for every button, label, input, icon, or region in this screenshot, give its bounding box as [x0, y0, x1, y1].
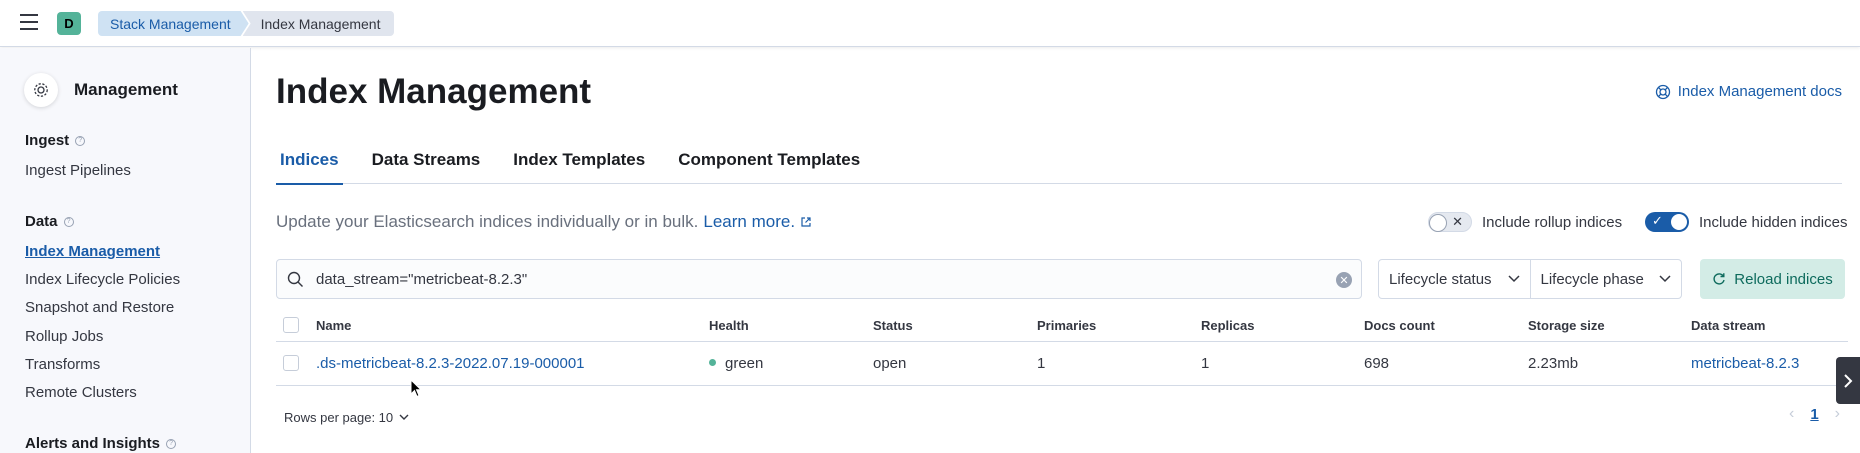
primaries-cell: 1 — [1037, 355, 1046, 372]
rows-per-page-label: Rows per page: 10 — [284, 410, 394, 425]
top-header: D Stack Management Index Management — [0, 0, 1860, 47]
sidebar-group-label: Ingest — [25, 132, 70, 149]
breadcrumb-stack-management[interactable]: Stack Management — [98, 11, 249, 36]
sidebar-item-index-management[interactable]: Index Management — [25, 243, 160, 260]
breadcrumb-index-management: Index Management — [242, 11, 395, 36]
lifecycle-phase-filter[interactable]: Lifecycle phase — [1529, 260, 1682, 298]
table-header: Name Health Status Primaries Replicas Do… — [276, 309, 1848, 342]
learn-more-link[interactable]: Learn more. — [703, 212, 795, 232]
help-icon: ? — [75, 135, 86, 146]
rollup-indices-toggle[interactable]: ✕ — [1428, 212, 1472, 232]
description-text: Update your Elasticsearch indices indivi… — [276, 212, 699, 231]
mouse-cursor-icon — [410, 379, 422, 398]
search-field[interactable]: ✕ — [276, 259, 1362, 299]
page-number[interactable]: 1 — [1802, 406, 1826, 423]
sidebar-item-ingest-pipelines[interactable]: Ingest Pipelines — [25, 162, 131, 179]
status-cell: open — [873, 355, 907, 372]
rollup-toggle-group: ✕ Include rollup indices — [1428, 212, 1622, 232]
health-cell: green — [709, 355, 763, 372]
storage-size-cell: 2.23mb — [1528, 355, 1579, 372]
sidebar-title: Management — [74, 80, 178, 99]
column-header-status[interactable]: Status — [873, 318, 913, 333]
replicas-cell: 1 — [1201, 355, 1210, 372]
page-title: Index Management — [276, 72, 592, 111]
column-header-health[interactable]: Health — [709, 318, 749, 333]
tab-index-templates[interactable]: Index Templates — [509, 143, 649, 184]
pagination: ‹ 1 › — [1781, 405, 1848, 423]
docs-link[interactable]: Index Management docs — [1655, 83, 1842, 100]
reload-indices-button[interactable]: Reload indices — [1700, 259, 1845, 299]
sidebar-item-rollup-jobs[interactable]: Rollup Jobs — [25, 328, 103, 345]
lifecycle-status-filter[interactable]: Lifecycle status — [1379, 260, 1530, 298]
space-avatar[interactable]: D — [57, 12, 81, 35]
clear-search-icon[interactable]: ✕ — [1336, 272, 1352, 288]
select-all-checkbox[interactable] — [283, 317, 299, 333]
column-header-storage-size[interactable]: Storage size — [1528, 318, 1605, 333]
menu-icon[interactable] — [20, 14, 38, 30]
row-checkbox[interactable] — [283, 355, 299, 371]
sidebar-item-snapshot-and-restore[interactable]: Snapshot and Restore — [25, 299, 174, 316]
health-text: green — [725, 355, 764, 372]
description: Update your Elasticsearch indices indivi… — [276, 212, 812, 232]
docs-link-label: Index Management docs — [1677, 83, 1842, 100]
sidebar-header: Management — [24, 73, 178, 107]
tab-bar: Indices Data Streams Index Templates Com… — [276, 143, 1842, 185]
health-status-dot — [709, 359, 716, 366]
filter-label: Lifecycle phase — [1540, 270, 1644, 288]
help-icon: ? — [63, 216, 74, 227]
prev-page-icon[interactable]: ‹ — [1781, 405, 1802, 423]
refresh-icon — [1713, 273, 1725, 285]
column-header-docs-count[interactable]: Docs count — [1364, 318, 1435, 333]
sidebar-group-label: Data — [25, 213, 58, 230]
gear-icon — [24, 73, 58, 107]
chevron-down-icon — [1659, 275, 1671, 283]
chevron-right-icon[interactable] — [1836, 357, 1860, 404]
hidden-toggle-group: ✓ Include hidden indices — [1645, 212, 1847, 232]
index-name-link[interactable]: .ds-metricbeat-8.2.3-2022.07.19-000001 — [316, 355, 585, 372]
breadcrumb: Stack Management Index Management — [98, 11, 395, 36]
data-stream-link[interactable]: metricbeat-8.2.3 — [1691, 355, 1799, 372]
sidebar: Management Ingest ? Ingest Pipelines Dat… — [0, 48, 251, 453]
sidebar-group-ingest: Ingest ? — [25, 132, 86, 149]
search-input[interactable] — [316, 270, 1316, 288]
tab-indices[interactable]: Indices — [276, 143, 343, 185]
next-page-icon[interactable]: › — [1827, 405, 1848, 423]
sidebar-group-alerts-and-insights: Alerts and Insights ? — [25, 435, 177, 452]
sidebar-group-label: Alerts and Insights — [25, 435, 161, 452]
filter-group: Lifecycle status Lifecycle phase — [1378, 259, 1682, 299]
sidebar-group-data: Data ? — [25, 213, 74, 230]
tab-component-templates[interactable]: Component Templates — [674, 143, 864, 184]
external-link-icon — [801, 217, 811, 227]
column-header-primaries[interactable]: Primaries — [1037, 318, 1096, 333]
reload-label: Reload indices — [1734, 270, 1833, 288]
sidebar-item-index-lifecycle-policies[interactable]: Index Lifecycle Policies — [25, 271, 180, 288]
indices-table: Name Health Status Primaries Replicas Do… — [276, 309, 1848, 386]
hidden-indices-toggle[interactable]: ✓ — [1645, 212, 1689, 232]
help-icon: ? — [166, 438, 177, 449]
filter-label: Lifecycle status — [1389, 270, 1492, 288]
help-lifebuoy-icon — [1655, 84, 1670, 99]
chevron-down-icon — [1507, 275, 1520, 283]
hidden-toggle-label: Include hidden indices — [1699, 213, 1848, 231]
search-icon — [287, 271, 303, 287]
docs-count-cell: 698 — [1364, 355, 1390, 372]
table-row: .ds-metricbeat-8.2.3-2022.07.19-000001 g… — [276, 342, 1848, 386]
chevron-down-icon — [399, 414, 409, 420]
column-header-name[interactable]: Name — [316, 318, 351, 333]
rollup-toggle-label: Include rollup indices — [1482, 213, 1623, 231]
main-content: Index Management Index Management docs I… — [252, 48, 1860, 453]
sidebar-item-transforms[interactable]: Transforms — [25, 356, 100, 373]
column-header-replicas[interactable]: Replicas — [1201, 318, 1254, 333]
rows-per-page-selector[interactable]: Rows per page: 10 — [284, 410, 409, 425]
column-header-data-stream[interactable]: Data stream — [1691, 318, 1765, 333]
tab-data-streams[interactable]: Data Streams — [368, 143, 485, 184]
sidebar-item-remote-clusters[interactable]: Remote Clusters — [25, 384, 137, 401]
